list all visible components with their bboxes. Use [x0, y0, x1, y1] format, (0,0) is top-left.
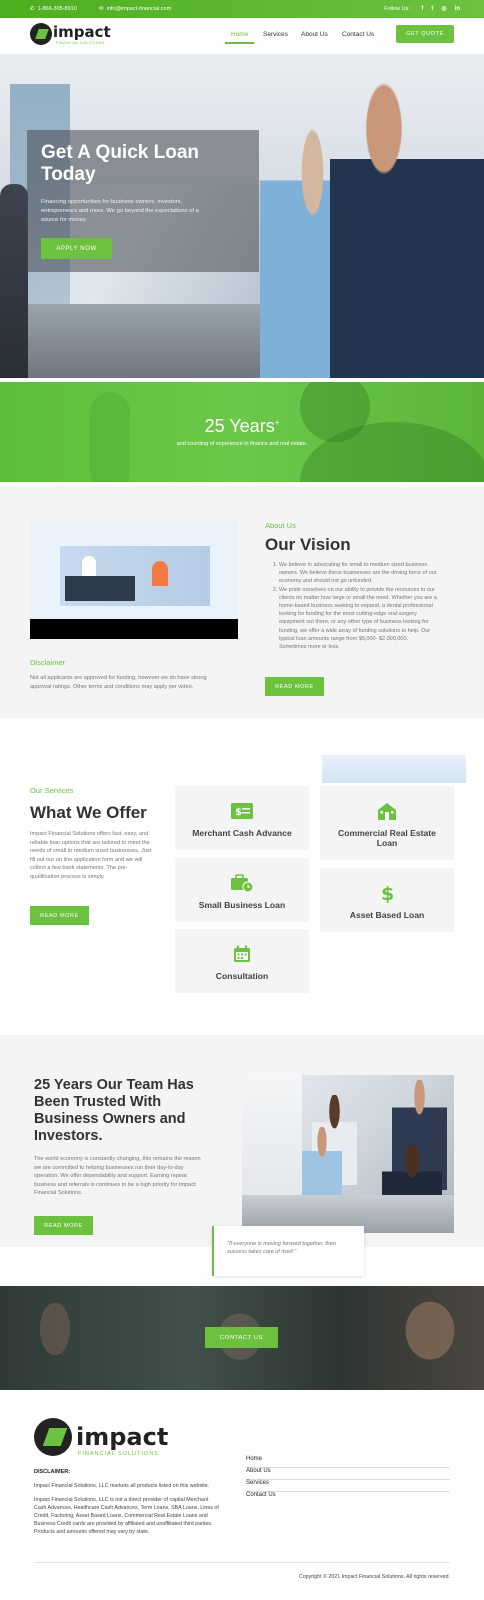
dollar-icon: $ — [376, 883, 398, 903]
services-eyebrow: Our Services — [30, 786, 74, 795]
logo-word: impact — [53, 23, 111, 41]
svg-text:$: $ — [235, 807, 242, 818]
services-title: What We Offer — [30, 803, 147, 822]
floor-strip — [30, 619, 238, 639]
building-icon — [376, 802, 398, 820]
card-label: Consultation — [215, 971, 269, 981]
band-face — [20, 1296, 90, 1390]
disclaimer-title: Disclaimer — [30, 658, 66, 667]
team-photo — [242, 1075, 454, 1233]
footer-disclaimer-p2: Impact Financial Solutions, LLC is not a… — [34, 1497, 219, 1535]
contact-us-button[interactable]: CONTACT US — [205, 1327, 278, 1348]
card-asset-based-loan[interactable]: $ Asset Based Loan — [320, 868, 454, 932]
years-plus: + — [274, 418, 280, 427]
card-label: Commercial Real Estate Loan — [338, 828, 436, 848]
twitter-icon[interactable]: t — [431, 6, 433, 12]
card-small-business-loan[interactable]: Small Business Loan — [175, 858, 309, 922]
logo-subtitle: FINANCIAL SOLUTIONS — [56, 41, 105, 45]
desk — [65, 576, 135, 601]
nav-home[interactable]: Home — [224, 31, 255, 44]
footer-link-contact[interactable]: Contact Us — [246, 1492, 450, 1504]
services-text: Impact Financial Solutions offers fast, … — [30, 831, 152, 880]
card-label: Merchant Cash Advance — [192, 828, 292, 838]
card-merchant-cash-advance[interactable]: $ Merchant Cash Advance — [175, 786, 309, 850]
vision-list: We believe in advocating for small to me… — [265, 561, 437, 651]
services-decor-image — [322, 755, 466, 783]
years-bg-shape — [90, 392, 130, 482]
phone-item[interactable]: ✆ 1-866-305-8910 — [30, 6, 77, 12]
briefcase-icon — [231, 874, 253, 892]
nav-contact[interactable]: Contact Us — [342, 31, 374, 38]
hero-title: Get A Quick Loan Today — [41, 142, 200, 185]
vision-point: We pride ourselves on our ability to pro… — [279, 586, 437, 652]
services-read-more-button[interactable]: READ MORE — [30, 906, 89, 925]
about-read-more-button[interactable]: READ MORE — [265, 677, 324, 696]
footer-link-about[interactable]: About Us — [246, 1468, 450, 1480]
team-read-more-button[interactable]: READ MORE — [34, 1216, 93, 1235]
team-text: The world economy is constantly changing… — [34, 1156, 201, 1196]
years-subtitle: and counting of experience in finance an… — [176, 441, 308, 447]
footer-logo-subtitle: FINANCIAL SOLUTIONS — [78, 1451, 159, 1457]
copyright: Copyright © 2021 Impact Financial Soluti… — [298, 1574, 450, 1580]
facebook-icon[interactable]: f — [421, 6, 423, 12]
follow-label: Follow Us : — [384, 5, 412, 12]
site-header: impact FINANCIAL SOLUTIONS Home Services… — [0, 18, 484, 54]
vision-point: We believe in advocating for small to me… — [279, 561, 437, 586]
hero-text: Financing opportunities for business own… — [41, 199, 199, 223]
footer-link-services[interactable]: Services — [246, 1480, 450, 1492]
phone-icon: ✆ — [30, 6, 35, 12]
about-eyebrow: About Us — [265, 521, 296, 530]
footer-disclaimer-p1: Impact Financial Solutions, LLC markets … — [34, 1483, 210, 1489]
person-right — [152, 561, 168, 586]
disclaimer-text: Not all applicants are approved for fund… — [30, 675, 207, 690]
get-quote-button[interactable]: GET QUOTE — [396, 25, 454, 43]
mail-icon: ✉ — [99, 6, 104, 12]
about-title: Our Vision — [265, 535, 351, 554]
hero-person-left — [0, 184, 28, 378]
nav-about[interactable]: About Us — [301, 31, 328, 38]
apply-now-button[interactable]: APPLY NOW — [41, 238, 112, 259]
years-title: 25 Years+ — [0, 416, 484, 437]
footer-divider — [34, 1562, 450, 1563]
footer-link-home[interactable]: Home — [246, 1456, 450, 1468]
band-face — [380, 1291, 480, 1390]
site-logo[interactable]: impact FINANCIAL SOLUTIONS — [30, 23, 111, 45]
team-title: 25 Years Our Team Has Been Trusted With … — [34, 1077, 194, 1144]
card-commercial-real-estate-loan[interactable]: Commercial Real Estate Loan — [320, 786, 454, 860]
svg-text:$: $ — [381, 883, 394, 903]
nav-services[interactable]: Services — [263, 31, 288, 38]
phone-number: 1-866-305-8910 — [37, 6, 77, 12]
office-illustration — [30, 521, 238, 639]
footer-disclaimer-title: DISCLAIMER: — [34, 1469, 71, 1475]
linkedin-icon[interactable]: in — [455, 6, 460, 12]
top-bar: ✆ 1-866-305-8910 ✉ info@impact-financial… — [0, 0, 484, 18]
hero-man — [330, 74, 484, 378]
person-left — [82, 556, 96, 576]
logo-mark — [30, 23, 52, 45]
card-label: Asset Based Loan — [349, 910, 425, 920]
card-label: Small Business Loan — [198, 900, 286, 910]
quote-text: "If everyone is moving forward together,… — [227, 1241, 336, 1255]
years-number: 25 Years — [204, 416, 275, 436]
instagram-icon[interactable]: ◎ — [441, 5, 446, 12]
email-item[interactable]: ✉ info@impact-financial.com — [99, 6, 171, 12]
email-address: info@impact-financial.com — [106, 6, 172, 12]
cash-icon: $ — [231, 802, 253, 820]
card-consultation[interactable]: Consultation — [175, 929, 309, 993]
footer-logo-word: impact — [76, 1423, 169, 1451]
calendar-icon — [231, 945, 253, 963]
